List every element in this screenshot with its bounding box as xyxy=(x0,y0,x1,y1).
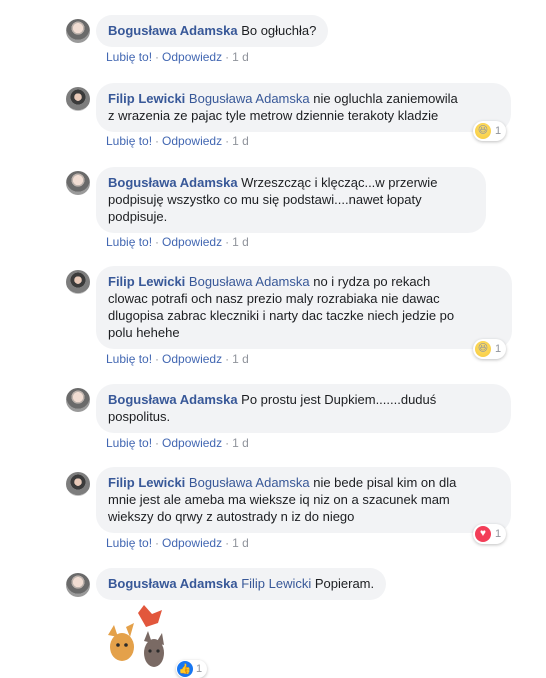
comment-bubble: Filip Lewicki Bogusława Adamska no i ryd… xyxy=(96,266,512,349)
thumbs-up-icon: 👍 xyxy=(177,661,193,677)
separator: · xyxy=(225,436,230,450)
mention-tag[interactable]: Bogusława Adamska xyxy=(189,91,310,106)
comment-actions: Lubię to! · Odpowiedz · 1 d xyxy=(106,134,249,148)
comment-bubble: Bogusława Adamska Bo ogłuchła? xyxy=(96,15,329,47)
separator: · xyxy=(225,134,230,148)
comment-bubble: Filip Lewicki Bogusława Adamska nie oglu… xyxy=(96,83,511,132)
like-link[interactable]: Lubię to! xyxy=(106,134,152,148)
avatar[interactable] xyxy=(66,573,90,597)
sticker-fox-eye xyxy=(124,643,128,647)
comment-text: nie ogluchla zaniemowila xyxy=(309,91,458,106)
like-link[interactable]: Lubię to! xyxy=(106,235,152,249)
separator: · xyxy=(155,134,160,148)
timestamp[interactable]: 1 d xyxy=(232,436,249,450)
comment-text: no i rydza po rekach xyxy=(309,274,431,289)
comment-author[interactable]: Filip Lewicki xyxy=(108,274,185,289)
sticker-leaf-shape xyxy=(138,605,162,627)
comment-text: podpisuje. xyxy=(108,209,168,224)
reply-link[interactable]: Odpowiedz xyxy=(162,352,222,366)
mention-tag[interactable]: Filip Lewicki xyxy=(241,576,311,591)
like-link[interactable]: Lubię to! xyxy=(106,352,152,366)
reply-link[interactable]: Odpowiedz xyxy=(162,235,222,249)
comment-actions: Lubię to! · Odpowiedz · 1 d xyxy=(106,436,249,450)
comment-actions: Lubię to! · Odpowiedz · 1 d xyxy=(106,352,249,366)
reaction-count: 1 xyxy=(495,125,502,137)
comment-text: nie bede pisal kim on dla xyxy=(309,475,457,490)
comment-text: dlugopisa zabrac kleczniki i narty dac t… xyxy=(108,308,455,323)
comment-bubble: Bogusława Adamska Po prostu jest Dupkiem… xyxy=(96,384,511,433)
sticker-cat-eye xyxy=(156,649,160,653)
comment-text: podpisuję wszystko co mu się podstawi...… xyxy=(108,192,422,207)
separator: · xyxy=(155,436,160,450)
separator: · xyxy=(155,235,160,249)
reaction-badge[interactable]: 👍 1 xyxy=(176,660,208,678)
reply-link[interactable]: Odpowiedz xyxy=(162,536,222,550)
comment-text: z wrazenia ze pajac tyle metrow dziennie… xyxy=(108,108,439,123)
avatar[interactable] xyxy=(66,472,90,496)
timestamp[interactable]: 1 d xyxy=(232,235,249,249)
reaction-badge[interactable]: ♥ 1 xyxy=(473,524,507,544)
avatar[interactable] xyxy=(66,171,90,195)
comment-text: polu hehehe xyxy=(108,325,180,340)
like-link[interactable]: Lubię to! xyxy=(106,536,152,550)
reply-link[interactable]: Odpowiedz xyxy=(162,436,222,450)
comment-author[interactable]: Filip Lewicki xyxy=(108,475,185,490)
reaction-badge[interactable]: 😆 1 xyxy=(473,339,507,359)
reaction-count: 1 xyxy=(495,343,502,355)
comment-actions: Lubię to! · Odpowiedz · 1 d xyxy=(106,50,249,64)
love-heart-icon: ♥ xyxy=(475,526,491,542)
reply-link[interactable]: Odpowiedz xyxy=(162,134,222,148)
separator: · xyxy=(155,536,160,550)
comment-text: mnie jest ale ameba ma wieksze iq niz on… xyxy=(108,492,450,507)
comment-bubble: Filip Lewicki Bogusława Adamska nie bede… xyxy=(96,467,511,533)
avatar[interactable] xyxy=(66,270,90,294)
sticker-image[interactable] xyxy=(100,605,180,671)
avatar[interactable] xyxy=(66,19,90,43)
comment-text: clowac potrafi och nasz prezio maly rozr… xyxy=(108,291,440,306)
comment-author[interactable]: Bogusława Adamska xyxy=(108,23,238,38)
timestamp[interactable]: 1 d xyxy=(232,50,249,64)
comment-bubble: Bogusława Adamska Filip Lewicki Popieram… xyxy=(96,568,387,600)
mention-tag[interactable]: Bogusława Adamska xyxy=(189,274,310,289)
separator: · xyxy=(225,536,230,550)
sticker-fox-eye xyxy=(116,643,120,647)
comment-text: Po prostu jest Dupkiem.......duduś xyxy=(237,392,437,407)
comment-text: Wrzeszcząc i klęcząc...w przerwie xyxy=(237,175,438,190)
separator: · xyxy=(155,352,160,366)
mention-tag[interactable]: Bogusława Adamska xyxy=(189,475,310,490)
like-link[interactable]: Lubię to! xyxy=(106,436,152,450)
sticker-cat-eye xyxy=(148,649,152,653)
reaction-count: 1 xyxy=(495,528,502,540)
comment-author[interactable]: Bogusława Adamska xyxy=(108,175,238,190)
timestamp[interactable]: 1 d xyxy=(232,352,249,366)
comment-author[interactable]: Bogusława Adamska xyxy=(108,576,238,591)
comment-text: wiekszy do qrwy z autostrady n iz do nie… xyxy=(108,509,355,524)
comment-bubble: Bogusława Adamska Wrzeszcząc i klęcząc..… xyxy=(96,167,486,233)
separator: · xyxy=(155,50,160,64)
separator: · xyxy=(225,50,230,64)
comment-author[interactable]: Bogusława Adamska xyxy=(108,392,238,407)
comment-text: pospolitus. xyxy=(108,409,171,424)
like-link[interactable]: Lubię to! xyxy=(106,50,152,64)
reaction-badge[interactable]: 😆 1 xyxy=(473,121,507,141)
separator: · xyxy=(225,352,230,366)
haha-emoji-icon: 😆 xyxy=(475,341,491,357)
comment-author[interactable]: Filip Lewicki xyxy=(108,91,185,106)
sticker-fox-body xyxy=(110,633,134,661)
comment-actions: Lubię to! · Odpowiedz · 1 d xyxy=(106,235,249,249)
avatar[interactable] xyxy=(66,87,90,111)
timestamp[interactable]: 1 d xyxy=(232,536,249,550)
reaction-count: 1 xyxy=(196,663,203,675)
haha-emoji-icon: 😆 xyxy=(475,123,491,139)
separator: · xyxy=(225,235,230,249)
comment-text: Bo ogłuchła? xyxy=(241,23,317,38)
comment-text: Popieram. xyxy=(311,576,375,591)
reply-link[interactable]: Odpowiedz xyxy=(162,50,222,64)
timestamp[interactable]: 1 d xyxy=(232,134,249,148)
comment-actions: Lubię to! · Odpowiedz · 1 d xyxy=(106,536,249,550)
avatar[interactable] xyxy=(66,388,90,412)
